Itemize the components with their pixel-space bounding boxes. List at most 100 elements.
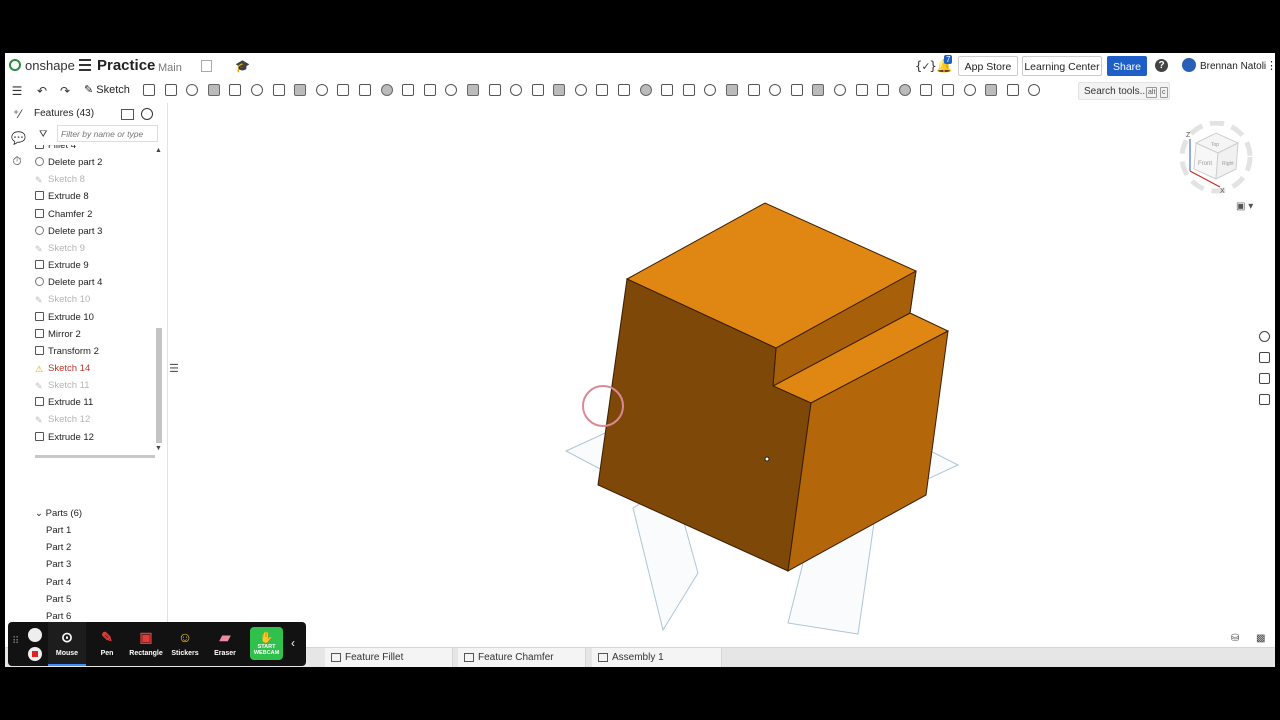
section-view-icon[interactable]: ⛁ <box>1231 633 1239 644</box>
rollback-timer-icon[interactable] <box>141 108 153 120</box>
part-list-item[interactable]: Part 4 <box>46 577 71 588</box>
offset-surface-tool-icon[interactable] <box>574 84 587 96</box>
feature-list-item[interactable]: Mirror 2 <box>35 326 81 343</box>
start-webcam-button[interactable]: ✋ START WEBCAM <box>250 627 283 660</box>
feature-list-item[interactable]: Sketch 12 <box>35 411 90 428</box>
undo-icon[interactable]: ↶ <box>37 84 47 98</box>
feature-list-item[interactable]: Chamfer 2 <box>35 206 92 223</box>
feature-list-toggle-icon[interactable]: ☰ <box>11 85 23 97</box>
feature-list-scroll-thumb[interactable] <box>156 328 162 443</box>
appearance-panel-icon[interactable] <box>1259 331 1270 342</box>
form-tool-icon[interactable] <box>834 84 846 96</box>
add-custom-feature-icon[interactable] <box>920 84 933 96</box>
history-timer-icon[interactable]: ⏱ <box>11 155 23 167</box>
view-cube[interactable]: Z X Top Front Right <box>1178 121 1256 209</box>
more-options-icon[interactable]: ⋮ <box>1266 59 1275 72</box>
curve-tool-icon[interactable] <box>661 84 674 96</box>
add-folder-icon[interactable] <box>121 109 134 120</box>
origin-point[interactable] <box>764 456 770 462</box>
scroll-up-icon[interactable]: ▲ <box>155 147 162 154</box>
recorder-eraser-tool[interactable]: ▰ Eraser <box>206 622 244 666</box>
recorder-mouse-tool[interactable]: ⊙ Mouse <box>48 622 86 666</box>
bend-tool-icon[interactable] <box>812 84 825 96</box>
part-list-item[interactable]: Part 1 <box>46 525 71 536</box>
appearance-tool-icon[interactable] <box>1006 84 1019 96</box>
share-button[interactable]: Share <box>1107 56 1147 76</box>
collapse-recorder-icon[interactable]: ‹ <box>291 636 295 650</box>
feature-list-item[interactable]: Extrude 11 <box>35 394 93 411</box>
help-icon[interactable]: ? <box>1155 59 1168 72</box>
fillet-tool-icon[interactable] <box>250 84 263 96</box>
feature-list-item[interactable]: Extrude 12 <box>35 429 94 446</box>
tab-feature-chamfer[interactable]: Feature Chamfer <box>458 648 586 667</box>
feature-filter-input[interactable] <box>57 125 158 142</box>
delete-part-tool-icon[interactable] <box>488 84 501 96</box>
hole-tool-icon[interactable] <box>358 84 371 96</box>
recorder-pen-tool[interactable]: ✎ Pen <box>88 622 126 666</box>
model-canvas[interactable] <box>168 103 1268 645</box>
helix-tool-icon[interactable] <box>639 84 652 96</box>
frame-tool-icon[interactable] <box>877 84 890 96</box>
learning-center-button[interactable]: Learning Center <box>1022 56 1102 76</box>
draft-tool-icon[interactable] <box>294 84 307 96</box>
drag-handle-icon[interactable]: ⠿ <box>12 636 19 647</box>
add-tool-icon[interactable] <box>985 84 998 96</box>
sweep-tool-icon[interactable] <box>186 84 199 96</box>
copy-document-icon[interactable] <box>201 60 212 72</box>
feature-studio-icon[interactable] <box>941 84 954 96</box>
feature-list-item[interactable]: Transform 2 <box>35 343 99 360</box>
part-list-item[interactable]: Part 6 <box>46 611 71 622</box>
hamburger-menu-icon[interactable] <box>79 59 91 71</box>
feature-list-hscrollbar[interactable] <box>35 455 155 458</box>
more-tools-icon[interactable] <box>963 84 976 96</box>
search-tools-input[interactable]: Search tools... alt c <box>1078 82 1170 100</box>
document-title[interactable]: Practice <box>97 57 155 74</box>
feature-list-item[interactable]: Sketch 10 <box>35 291 90 308</box>
modify-fillet-tool-icon[interactable] <box>510 84 523 96</box>
feature-list-item[interactable]: Delete part 4 <box>35 274 102 291</box>
part-list-item[interactable]: Part 3 <box>46 559 71 570</box>
variables-icon[interactable]: {✓} <box>915 59 937 73</box>
graphics-viewport[interactable] <box>168 103 1268 645</box>
comments-icon[interactable]: 💬 <box>11 132 26 144</box>
custom-feature-tool-icon[interactable] <box>898 84 911 96</box>
recorder-rectangle-tool[interactable]: ▣ Rectangle <box>127 622 165 666</box>
parts-panel-icon[interactable] <box>1259 352 1270 363</box>
graphics-panel-icon[interactable] <box>1259 373 1270 384</box>
configuration-panel-icon[interactable] <box>1259 394 1270 405</box>
scroll-down-icon[interactable]: ▼ <box>155 445 162 452</box>
measure-tool-icon[interactable] <box>1028 84 1041 96</box>
replace-face-tool-icon[interactable] <box>553 84 566 96</box>
feature-list-item[interactable]: Sketch 8 <box>35 171 85 188</box>
feature-list-item[interactable]: Extrude 10 <box>35 309 94 326</box>
thicken-tool-icon[interactable] <box>229 84 242 96</box>
part-list-item[interactable]: Part 5 <box>46 594 71 605</box>
recorder-stickers-tool[interactable]: ☺ Stickers <box>166 622 204 666</box>
sheet-metal-tool-icon[interactable] <box>726 84 739 96</box>
boolean-tool-icon[interactable] <box>423 84 436 96</box>
parts-header[interactable]: ⌄ Parts (6) <box>35 508 82 519</box>
chamfer-tool-icon[interactable] <box>272 84 285 96</box>
feature-list-item[interactable]: Delete part 2 <box>35 154 102 171</box>
stop-recording-button[interactable] <box>28 647 42 661</box>
view-options-icon[interactable]: ▣ ▾ <box>1236 201 1253 212</box>
flange-tool-icon[interactable] <box>747 84 760 96</box>
hem-tool-icon[interactable] <box>769 84 782 96</box>
loft-tool-icon[interactable] <box>207 84 220 96</box>
corner-tool-icon[interactable] <box>855 84 868 96</box>
move-face-tool-icon[interactable] <box>531 84 544 96</box>
shell-tool-icon[interactable] <box>337 84 350 96</box>
configuration-tool-icon[interactable] <box>704 84 717 96</box>
insert-feature-icon[interactable]: ⁺⁄ <box>11 108 23 120</box>
pause-recording-button[interactable] <box>28 628 42 642</box>
user-avatar[interactable] <box>1182 58 1196 72</box>
pattern-tool-icon[interactable] <box>380 84 393 96</box>
variable-tool-icon[interactable] <box>682 84 695 96</box>
mate-connector-tool-icon[interactable] <box>618 84 631 96</box>
tab-feature-fillet[interactable]: Feature Fillet <box>325 648 453 667</box>
tab-assembly-1[interactable]: Assembly 1 <box>592 648 722 667</box>
display-mode-icon[interactable]: ▩ <box>1256 633 1265 644</box>
feature-list-item[interactable]: Sketch 11 <box>35 377 90 394</box>
mirror-tool-icon[interactable] <box>402 84 415 96</box>
tab-tool-icon[interactable] <box>790 84 803 96</box>
